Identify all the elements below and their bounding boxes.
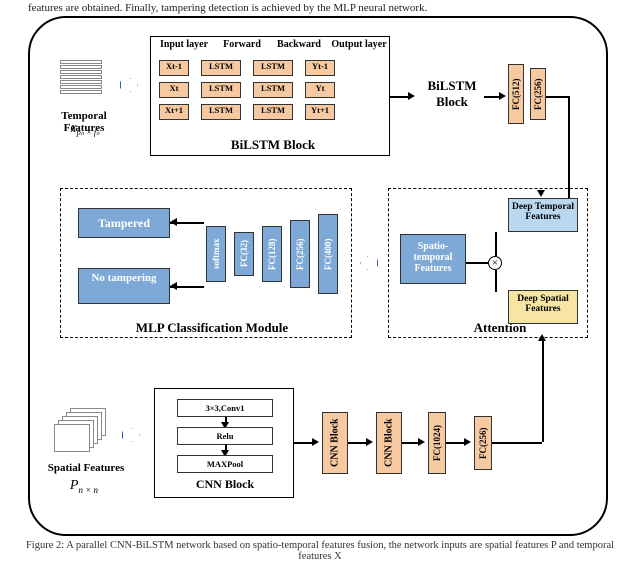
lstm-input: Xt-1 xyxy=(159,60,189,76)
mlp-title: MLP Classification Module xyxy=(112,320,312,336)
cnn-block-3: CNN Block xyxy=(376,412,402,474)
relu-layer: Relu xyxy=(177,427,273,445)
softmax-layer: softmax xyxy=(206,226,226,282)
conv-layer: 3×3,Conv1 xyxy=(177,399,273,417)
spatio-temporal-features: Spatio-temporal Features xyxy=(400,234,466,284)
spatial-features-title: Spatial Features xyxy=(40,462,132,474)
bilstm-title: BiLSTM Block xyxy=(213,137,333,153)
lstm-output: Yt xyxy=(305,82,335,98)
lstm-cell: LSTM xyxy=(253,104,293,120)
lstm-input: Xt+1 xyxy=(159,104,189,120)
cnn-block-title: CNN Block xyxy=(179,477,271,492)
bilstm-header: Forward xyxy=(217,39,267,50)
lstm-cell: LSTM xyxy=(253,82,293,98)
bilstm-header: Input layer xyxy=(157,39,211,50)
fc-layer-400: FC(400) xyxy=(318,214,338,294)
spatial-features-formula: Pn × n xyxy=(54,478,114,495)
lstm-cell: LSTM xyxy=(253,60,293,76)
lstm-cell: LSTM xyxy=(201,82,241,98)
temporal-features-icon xyxy=(60,60,102,95)
fc-layer-256: FC(256) xyxy=(290,220,310,288)
multiply-op-icon: × xyxy=(488,256,502,270)
arrow-icon xyxy=(122,428,140,442)
fc-layer-32: FC(32) xyxy=(234,232,254,276)
figure-caption: Figure 2: A parallel CNN-BiLSTM network … xyxy=(18,540,622,562)
lstm-cell: LSTM xyxy=(201,60,241,76)
page-intro-text: features are obtained. Finally, tamperin… xyxy=(0,0,640,16)
bilstm-block-label: BiLSTM Block xyxy=(420,78,484,110)
temporal-features-formula: Xpₙ × fₙ xyxy=(50,124,120,137)
fc-layer-128: FC(128) xyxy=(262,226,282,282)
cnn-block: 3×3,Conv1 Relu MAXPool CNN Block xyxy=(154,388,294,498)
bilstm-block: Input layer Forward Backward Output laye… xyxy=(150,36,390,156)
lstm-input: Xt xyxy=(159,82,189,98)
deep-temporal-features: Deep Temporal Features xyxy=(508,198,578,232)
arrow-icon xyxy=(120,78,138,92)
bilstm-header: Backward xyxy=(271,39,327,50)
bilstm-header: Output layer xyxy=(329,39,389,50)
lstm-output: Yt+1 xyxy=(305,104,335,120)
architecture-figure: Temporal Features Xpₙ × fₙ Input layer F… xyxy=(28,16,608,536)
fc-layer-1024: FC(1024) xyxy=(428,412,446,474)
deep-spatial-features: Deep Spatial Features xyxy=(508,290,578,324)
fc-layer-256: FC(256) xyxy=(530,68,546,120)
output-tampered: Tampered xyxy=(78,208,170,238)
arrow-icon xyxy=(360,256,378,270)
lstm-output: Yt-1 xyxy=(305,60,335,76)
maxpool-layer: MAXPool xyxy=(177,455,273,473)
cnn-block-2: CNN Block xyxy=(322,412,348,474)
fc-layer-256-bottom: FC(256) xyxy=(474,416,492,470)
fc-layer-512: FC(512) xyxy=(508,64,524,124)
lstm-cell: LSTM xyxy=(201,104,241,120)
output-no-tampering: No tampering xyxy=(78,268,170,304)
